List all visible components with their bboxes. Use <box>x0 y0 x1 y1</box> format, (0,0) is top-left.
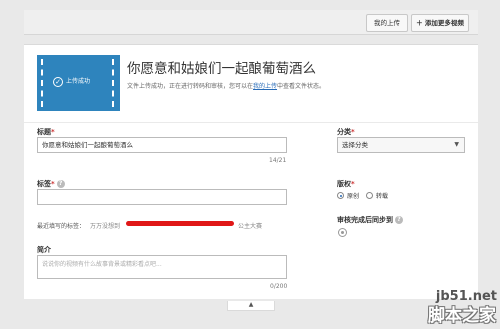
title-counter: 14/21 <box>269 157 287 164</box>
recent-tags-label: 最近填写的标签： <box>37 223 86 230</box>
check-circle-icon: ✓ <box>53 77 63 87</box>
category-select[interactable]: 选择分类 ▼ <box>337 137 465 153</box>
upload-success-text: 上传成功 <box>66 78 91 85</box>
sync-target-icon[interactable] <box>338 228 347 237</box>
title-label: 标题* <box>37 128 55 136</box>
title-input[interactable]: 你愿意和姑娘们一起酿葡萄酒么 <box>37 137 287 153</box>
help-icon[interactable]: ? <box>56 180 65 188</box>
divider <box>24 122 478 123</box>
tags-input[interactable] <box>37 189 287 205</box>
chevron-down-icon: ▼ <box>454 141 459 148</box>
copyright-repost-option[interactable]: 转载 <box>366 191 388 200</box>
collapse-tab[interactable]: ▲ <box>227 301 275 311</box>
video-title: 你愿意和姑娘们一起酿葡萄酒么 <box>127 61 316 77</box>
video-thumbnail: ✓ 上传成功 <box>37 55 120 111</box>
copyright-label: 版权* <box>337 180 355 188</box>
recent-tag-2[interactable]: 公主大赛 <box>238 221 262 230</box>
intro-counter: 0/200 <box>270 283 288 290</box>
recent-tag-1[interactable]: 万万没想到 <box>90 221 120 230</box>
my-uploads-link[interactable]: 我的上传 <box>253 83 277 90</box>
watermark-name: 脚本之家 <box>428 306 496 326</box>
redaction-mark <box>126 221 234 226</box>
tags-label: 标签*? <box>37 179 65 189</box>
category-label: 分类* <box>337 128 355 136</box>
copyright-original-option[interactable]: 原创 <box>337 191 359 200</box>
upload-success-badge: ✓ 上传成功 <box>49 73 109 91</box>
toolbar: 我的上传 ＋ 添加更多视频 <box>24 10 478 35</box>
film-strip-right <box>112 59 118 107</box>
film-strip-left <box>41 59 47 107</box>
intro-label: 简介 <box>37 246 51 254</box>
radio-repost[interactable] <box>366 192 373 199</box>
upload-status-text: 文件上传成功，正在进行转码和审核，您可以在我的上传中查看文件状态。 <box>127 83 326 90</box>
upload-page: 我的上传 ＋ 添加更多视频 ✓ 上传成功 你愿意和姑娘们一起酿葡萄酒么 文件上传… <box>24 10 478 329</box>
intro-textarea[interactable]: 说说你的视频有什么故事背景或精彩看点吧... <box>37 255 287 279</box>
help-icon[interactable]: ? <box>395 216 403 224</box>
radio-original[interactable] <box>337 192 344 199</box>
my-uploads-button[interactable]: 我的上传 <box>366 14 408 32</box>
sync-label: 审核完成后同步到? <box>337 215 403 225</box>
add-more-videos-button[interactable]: ＋ 添加更多视频 <box>411 14 469 32</box>
upload-card: ✓ 上传成功 你愿意和姑娘们一起酿葡萄酒么 文件上传成功，正在进行转码和审核，您… <box>24 44 478 299</box>
